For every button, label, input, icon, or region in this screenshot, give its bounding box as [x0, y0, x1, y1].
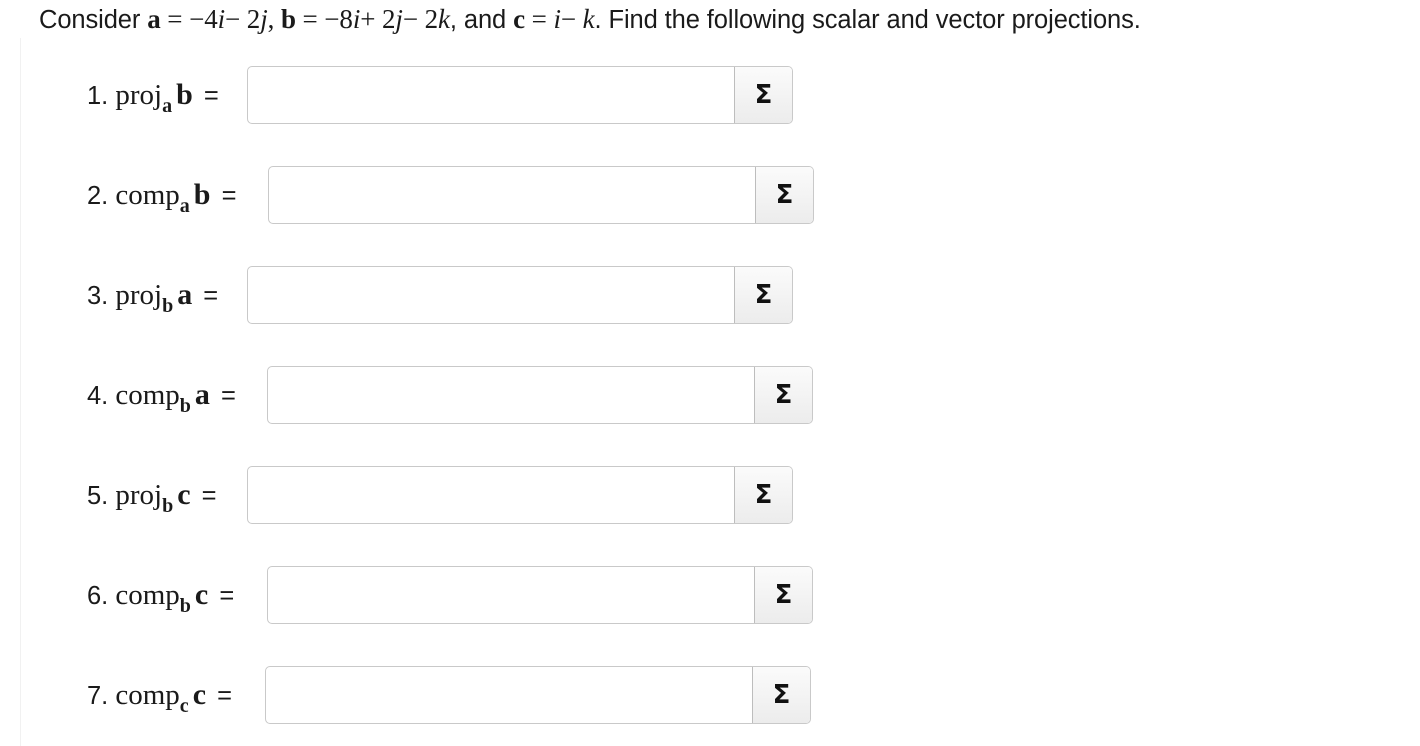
- problem-statement: Consider a = −4i− 2j, b = −8i+ 2j− 2k, a…: [39, 4, 1141, 34]
- equation-editor-button-7[interactable]: Σ: [752, 667, 810, 723]
- sigma-icon: Σ: [775, 180, 794, 210]
- answer-field-2: Σ: [268, 166, 814, 224]
- vector-a-symbol: a: [147, 4, 161, 34]
- answer-field-1: Σ: [247, 66, 793, 124]
- equation-editor-button-1[interactable]: Σ: [734, 67, 792, 123]
- problem-label: 5. projb c =: [87, 478, 217, 517]
- vector-c-symbol: c: [513, 4, 525, 34]
- answer-field-7: Σ: [265, 666, 811, 724]
- sigma-icon: Σ: [754, 280, 773, 310]
- problem-label: 2. compa b =: [87, 178, 237, 217]
- problem-label: 4. compb a =: [87, 378, 236, 417]
- sigma-icon: Σ: [754, 80, 773, 110]
- problem-label: 7. compc c =: [87, 678, 233, 717]
- vector-b-symbol: b: [280, 4, 296, 34]
- problem-label: 6. compb c =: [87, 578, 235, 617]
- sigma-icon: Σ: [754, 480, 773, 510]
- statement-text: Consider: [39, 6, 148, 34]
- statement-instruction: . Find the following scalar and vector p…: [594, 6, 1141, 34]
- sigma-icon: Σ: [774, 380, 793, 410]
- problem-label: 1. proja b =: [87, 78, 219, 117]
- answer-input-6[interactable]: [268, 567, 756, 623]
- equation-editor-button-2[interactable]: Σ: [755, 167, 813, 223]
- equation-editor-button-4[interactable]: Σ: [754, 367, 812, 423]
- answer-input-4[interactable]: [268, 367, 756, 423]
- answer-field-4: Σ: [267, 366, 813, 424]
- sigma-icon: Σ: [772, 680, 791, 710]
- answer-field-6: Σ: [267, 566, 813, 624]
- answer-input-7[interactable]: [266, 667, 754, 723]
- answer-input-1[interactable]: [248, 67, 736, 123]
- answer-field-3: Σ: [247, 266, 793, 324]
- answer-field-5: Σ: [247, 466, 793, 524]
- sigma-icon: Σ: [774, 580, 793, 610]
- problem-label: 3. projb a =: [87, 278, 219, 317]
- equation-editor-button-6[interactable]: Σ: [754, 567, 812, 623]
- answer-input-5[interactable]: [248, 467, 736, 523]
- answer-input-3[interactable]: [248, 267, 736, 323]
- equation-editor-button-3[interactable]: Σ: [734, 267, 792, 323]
- equation-editor-button-5[interactable]: Σ: [734, 467, 792, 523]
- answer-input-2[interactable]: [269, 167, 757, 223]
- left-margin-rule: [20, 38, 21, 746]
